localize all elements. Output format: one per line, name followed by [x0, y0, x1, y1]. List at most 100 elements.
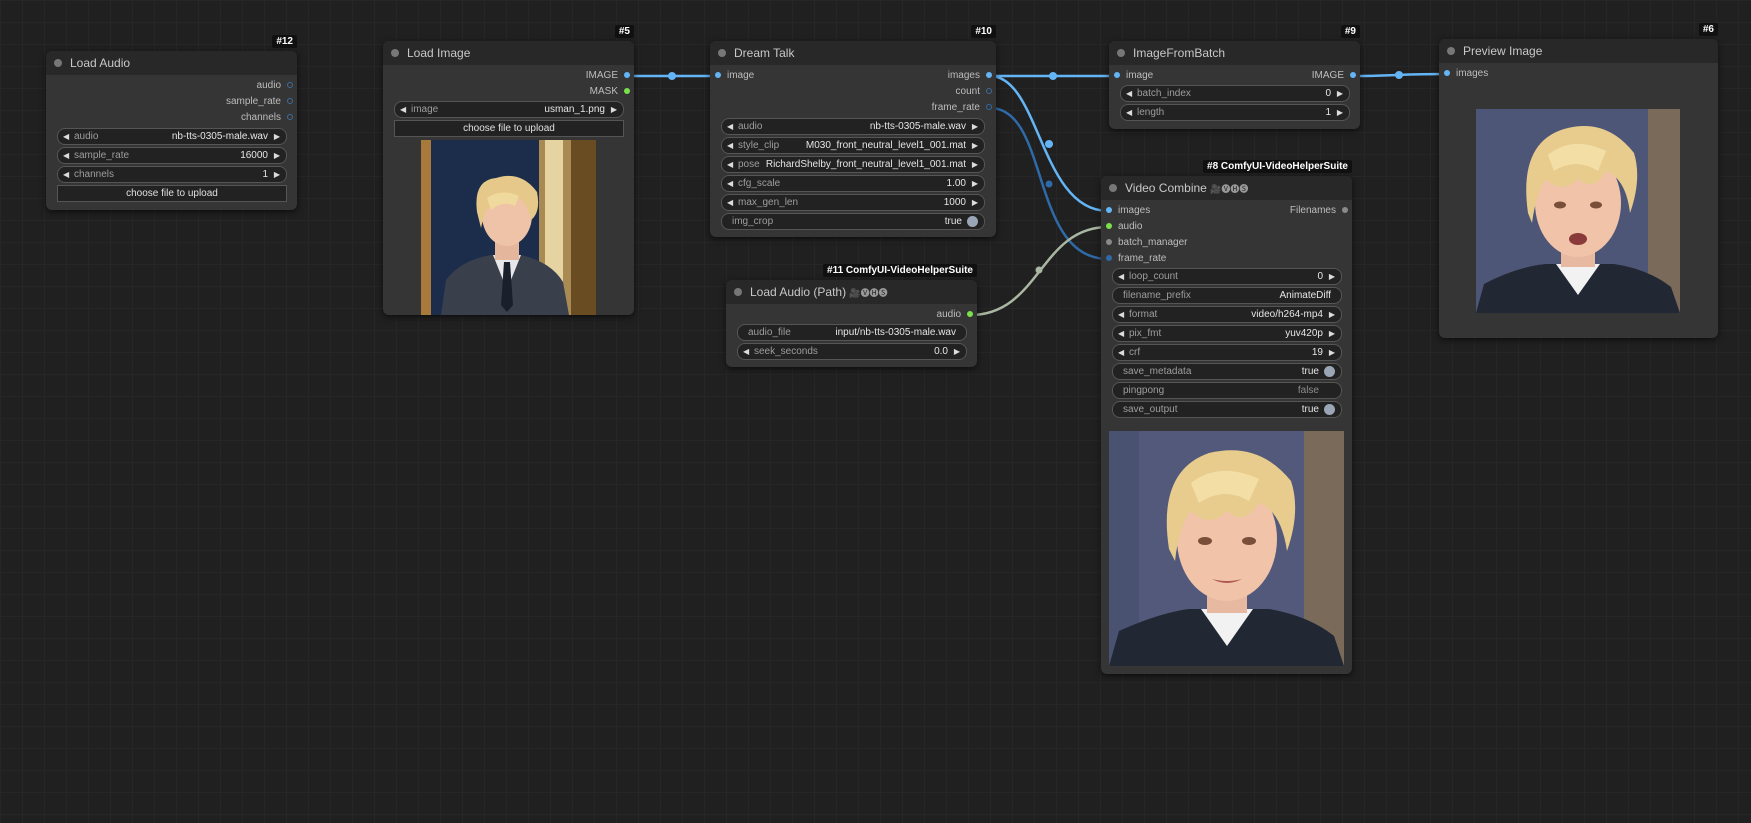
- node-dream-talk[interactable]: #10 Dream Talk image images count frame_…: [710, 25, 996, 237]
- input-slot-frame-rate[interactable]: frame_rate: [1106, 252, 1166, 266]
- arrow-right-icon[interactable]: ▶: [1329, 326, 1335, 341]
- slot-dot-icon[interactable]: [986, 104, 992, 111]
- number-cfg-scale[interactable]: ◀ cfg_scale 1.00 ▶: [721, 175, 985, 192]
- toggle-img-crop[interactable]: img_crop true: [721, 213, 985, 230]
- input-slot-image[interactable]: image: [715, 69, 754, 83]
- number-sample-rate[interactable]: ◀ sample_rate 16000 ▶: [57, 147, 287, 164]
- node-load-image[interactable]: #5 Load Image IMAGE MASK ◀ image usman_1…: [383, 25, 634, 315]
- input-slot-audio[interactable]: audio: [1106, 220, 1142, 234]
- combo-style-clip[interactable]: ◀ style_clip M030_front_neutral_level1_0…: [721, 137, 985, 154]
- arrow-left-icon[interactable]: ◀: [1118, 345, 1124, 360]
- number-crf[interactable]: ◀ crf 19 ▶: [1112, 344, 1342, 361]
- arrow-left-icon[interactable]: ◀: [727, 138, 733, 153]
- image-preview[interactable]: [1476, 109, 1680, 313]
- slot-dot-icon[interactable]: [1114, 72, 1120, 79]
- toggle-save-output[interactable]: save_output true: [1112, 401, 1342, 418]
- output-slot-sample-rate[interactable]: sample_rate: [226, 95, 293, 109]
- arrow-right-icon[interactable]: ▶: [972, 119, 978, 134]
- node-load-audio[interactable]: #12 Load Audio audio sample_rate channel…: [46, 35, 297, 210]
- slot-dot-icon[interactable]: [287, 98, 293, 105]
- number-loop-count[interactable]: ◀ loop_count 0 ▶: [1112, 268, 1342, 285]
- collapse-dot-icon[interactable]: [54, 59, 62, 67]
- text-audio-file[interactable]: audio_file input/nb-tts-0305-male.wav: [737, 324, 967, 341]
- slot-dot-icon[interactable]: [1106, 255, 1112, 262]
- slot-dot-icon[interactable]: [1342, 207, 1348, 214]
- combo-pose[interactable]: ◀ pose RichardShelby_front_neutral_level…: [721, 156, 985, 173]
- output-slot-audio[interactable]: audio: [257, 79, 293, 93]
- arrow-right-icon[interactable]: ▶: [1337, 105, 1343, 120]
- node-title[interactable]: Load Image: [383, 41, 634, 65]
- combo-pix-fmt[interactable]: ◀ pix_fmt yuv420p ▶: [1112, 325, 1342, 342]
- combo-format[interactable]: ◀ format video/h264-mp4 ▶: [1112, 306, 1342, 323]
- number-batch-index[interactable]: ◀ batch_index 0 ▶: [1120, 85, 1350, 102]
- node-preview-image[interactable]: #6 Preview Image images: [1439, 23, 1718, 338]
- collapse-dot-icon[interactable]: [1117, 49, 1125, 57]
- arrow-right-icon[interactable]: ▶: [1329, 269, 1335, 284]
- arrow-left-icon[interactable]: ◀: [1118, 307, 1124, 322]
- combo-image[interactable]: ◀ image usman_1.png ▶: [394, 101, 624, 118]
- toggle-save-metadata[interactable]: save_metadata true: [1112, 363, 1342, 380]
- arrow-left-icon[interactable]: ◀: [743, 344, 749, 359]
- arrow-left-icon[interactable]: ◀: [63, 148, 69, 163]
- node-title[interactable]: Load Audio (Path) 🎥🅥🅗🅢: [726, 280, 977, 304]
- input-slot-image[interactable]: image: [1114, 69, 1153, 83]
- output-slot-mask[interactable]: MASK: [590, 85, 630, 99]
- slot-dot-icon[interactable]: [715, 72, 721, 79]
- slot-dot-icon[interactable]: [624, 88, 630, 95]
- arrow-left-icon[interactable]: ◀: [1126, 105, 1132, 120]
- collapse-dot-icon[interactable]: [734, 288, 742, 296]
- arrow-left-icon[interactable]: ◀: [1118, 326, 1124, 341]
- output-slot-count[interactable]: count: [956, 85, 992, 99]
- toggle-pingpong[interactable]: pingpong false: [1112, 382, 1342, 399]
- input-slot-batch-manager[interactable]: batch_manager: [1106, 236, 1188, 250]
- toggle-knob-icon[interactable]: [1324, 366, 1335, 377]
- slot-dot-icon[interactable]: [1350, 72, 1356, 79]
- node-video-combine[interactable]: #8 ComfyUI-VideoHelperSuite Video Combin…: [1101, 160, 1352, 674]
- text-filename-prefix[interactable]: filename_prefix AnimateDiff: [1112, 287, 1342, 304]
- number-seek-seconds[interactable]: ◀ seek_seconds 0.0 ▶: [737, 343, 967, 360]
- node-title[interactable]: ImageFromBatch: [1109, 41, 1360, 65]
- arrow-right-icon[interactable]: ▶: [972, 157, 978, 172]
- arrow-left-icon[interactable]: ◀: [1126, 86, 1132, 101]
- slot-dot-icon[interactable]: [287, 114, 293, 121]
- collapse-dot-icon[interactable]: [1447, 47, 1455, 55]
- node-title[interactable]: Preview Image: [1439, 39, 1718, 63]
- output-slot-image[interactable]: IMAGE: [1312, 69, 1356, 83]
- arrow-left-icon[interactable]: ◀: [727, 176, 733, 191]
- node-title[interactable]: Video Combine 🎥🅥🅗🅢: [1101, 176, 1352, 200]
- arrow-right-icon[interactable]: ▶: [274, 167, 280, 182]
- arrow-left-icon[interactable]: ◀: [727, 195, 733, 210]
- output-slot-image[interactable]: IMAGE: [586, 69, 630, 83]
- arrow-right-icon[interactable]: ▶: [972, 138, 978, 153]
- output-slot-audio[interactable]: audio: [937, 308, 973, 322]
- upload-button[interactable]: choose file to upload: [394, 120, 624, 137]
- slot-dot-icon[interactable]: [287, 82, 293, 89]
- output-slot-filenames[interactable]: Filenames: [1290, 204, 1348, 218]
- output-slot-frame-rate[interactable]: frame_rate: [932, 101, 992, 115]
- slot-dot-icon[interactable]: [1444, 70, 1450, 77]
- arrow-left-icon[interactable]: ◀: [727, 157, 733, 172]
- input-slot-images[interactable]: images: [1106, 204, 1150, 218]
- arrow-right-icon[interactable]: ▶: [274, 129, 280, 144]
- output-slot-channels[interactable]: channels: [241, 111, 293, 125]
- collapse-dot-icon[interactable]: [1109, 184, 1117, 192]
- arrow-right-icon[interactable]: ▶: [972, 176, 978, 191]
- slot-dot-icon[interactable]: [986, 72, 992, 79]
- node-title[interactable]: Dream Talk: [710, 41, 996, 65]
- number-channels[interactable]: ◀ channels 1 ▶: [57, 166, 287, 183]
- collapse-dot-icon[interactable]: [391, 49, 399, 57]
- node-image-from-batch[interactable]: #9 ImageFromBatch image IMAGE ◀ batch_in…: [1109, 25, 1360, 129]
- arrow-right-icon[interactable]: ▶: [611, 102, 617, 117]
- arrow-right-icon[interactable]: ▶: [1329, 307, 1335, 322]
- number-max-gen-len[interactable]: ◀ max_gen_len 1000 ▶: [721, 194, 985, 211]
- upload-button[interactable]: choose file to upload: [57, 185, 287, 202]
- arrow-left-icon[interactable]: ◀: [63, 129, 69, 144]
- toggle-knob-icon[interactable]: [1324, 404, 1335, 415]
- arrow-left-icon[interactable]: ◀: [63, 167, 69, 182]
- output-slot-images[interactable]: images: [948, 69, 992, 83]
- arrow-right-icon[interactable]: ▶: [972, 195, 978, 210]
- slot-dot-icon[interactable]: [1106, 223, 1112, 230]
- slot-dot-icon[interactable]: [967, 311, 973, 318]
- arrow-left-icon[interactable]: ◀: [400, 102, 406, 117]
- slot-dot-icon[interactable]: [624, 72, 630, 79]
